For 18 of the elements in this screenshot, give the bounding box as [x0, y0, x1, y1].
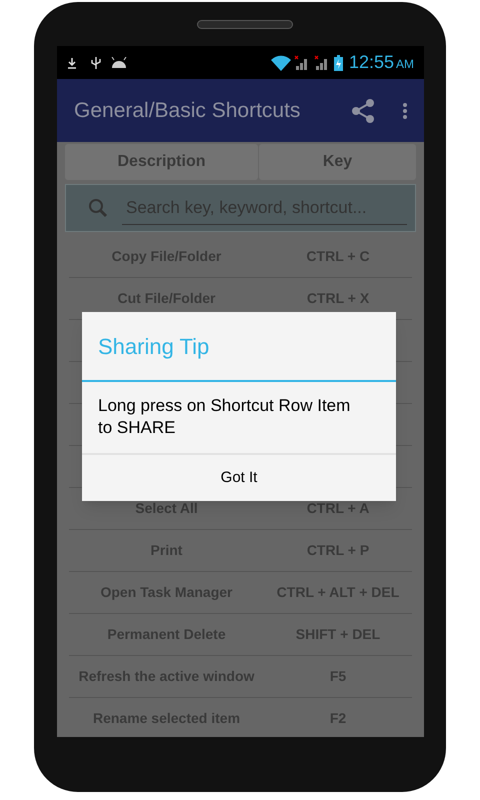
column-header[interactable]: Key: [259, 144, 416, 180]
battery-charging-icon: [334, 54, 343, 70]
got-it-button[interactable]: Got It: [82, 453, 396, 501]
signal-icon: [314, 54, 330, 70]
clock-meridiem: AM: [396, 56, 414, 73]
dialog-message: Long press on Shortcut Row Item to SHARE: [97, 395, 352, 439]
app-title: General/Basic Shortcuts: [74, 98, 302, 124]
overflow-menu-icon[interactable]: [402, 102, 408, 120]
signal-icon: [294, 54, 310, 70]
share-icon[interactable]: [350, 98, 376, 124]
search-icon: [88, 198, 108, 218]
download-icon: [67, 56, 77, 68]
column-header[interactable]: Description: [65, 144, 258, 180]
android-icon: [111, 57, 127, 68]
wifi-icon: [270, 54, 291, 70]
clock-time: 12:55: [348, 51, 394, 74]
usb-icon: [91, 56, 101, 70]
dialog-title: Sharing Tip: [97, 332, 210, 361]
